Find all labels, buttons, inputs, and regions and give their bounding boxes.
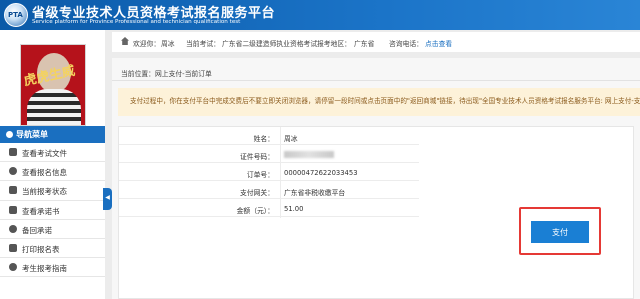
platform-logo-icon: PTA (4, 3, 28, 27)
breadcrumb: 当前位置：网上支付-当前订单 (121, 70, 212, 78)
platform-subtitle: Service platform for Province Profession… (32, 19, 241, 25)
top-banner: PTA 省级专业技术人员资格考试报名服务平台 Service platform … (0, 0, 640, 30)
exam-label: 当前考试： (186, 40, 220, 48)
row-payment-gateway: 支付网关： 广东省非税收缴平台 (119, 181, 419, 199)
pay-button[interactable]: 支付 (531, 221, 589, 243)
sidebar-item-label: 查看报名信息 (22, 168, 67, 178)
menu-icon (6, 131, 13, 138)
amount-label: 金额（元）： (236, 207, 274, 215)
sidebar-item-status[interactable]: 当前报考状态 (0, 181, 105, 201)
gateway-value: 广东省非税收缴平台 (284, 189, 346, 197)
letter-icon (9, 205, 17, 214)
exam-name: 广东省二级建造师执业资格考试 (222, 40, 318, 48)
user-name: 周冰 (161, 40, 175, 48)
sidebar-item-print-form[interactable]: 打印报名表 (0, 239, 105, 259)
logo-text: PTA (8, 11, 23, 19)
avatar-body (27, 89, 81, 125)
order-details: 姓名： 周冰 证件号码： 订单号： 00000472622033453 支付网关… (118, 126, 634, 299)
gateway-label: 支付网关： (240, 189, 274, 197)
order-number-label: 订单号： (246, 171, 274, 179)
sidebar: 虎虎生威 导航菜单 查看考试文件 查看报名信息 当前报考状态 查看承诺书 备回承… (0, 30, 105, 299)
printer-icon (9, 243, 17, 252)
nav-menu: 查看考试文件 查看报名信息 当前报考状态 查看承诺书 备回承诺 打印报名表 考生… (0, 143, 105, 278)
sidebar-collapse-toggle[interactable]: ◀ (103, 188, 112, 210)
phone-label: 咨询电话： (389, 40, 423, 48)
user-info-bar: 欢迎你： 周冰 当前考试： 广东省二级建造师执业资格考试 报考地区： 广东省 咨… (112, 32, 640, 52)
phone-link[interactable]: 点击查看 (425, 38, 452, 48)
id-number-value-redacted (284, 151, 334, 159)
id-number-label: 证件号码： (240, 153, 274, 161)
row-amount: 金额（元）： 51.00 (119, 199, 419, 217)
avatar: 虎虎生威 (20, 44, 86, 126)
sidebar-item-return-commitment[interactable]: 备回承诺 (0, 220, 105, 239)
sidebar-item-label: 考生报考指南 (22, 264, 67, 274)
status-icon (9, 186, 17, 195)
home-icon (121, 37, 129, 45)
info-icon (9, 167, 17, 176)
row-order-number: 订单号： 00000472622033453 (119, 163, 419, 181)
sidebar-item-exam-docs[interactable]: 查看考试文件 (0, 143, 105, 163)
row-id-number: 证件号码： (119, 145, 419, 163)
row-name: 姓名： 周冰 (119, 127, 419, 145)
nav-menu-title: 导航菜单 (16, 130, 48, 139)
pay-button-highlight: 支付 (519, 207, 601, 255)
chevron-left-icon: ◀ (105, 194, 110, 201)
sidebar-item-label: 查看承诺书 (22, 206, 60, 216)
sidebar-item-label: 当前报考状态 (22, 187, 67, 197)
sidebar-item-label: 打印报名表 (22, 244, 60, 254)
order-number-value: 00000472622033453 (284, 169, 358, 177)
divider (112, 80, 640, 81)
sidebar-item-commitment[interactable]: 查看承诺书 (0, 201, 105, 220)
nav-menu-header: 导航菜单 (0, 126, 105, 143)
sidebar-item-guide[interactable]: 考生报考指南 (0, 258, 105, 278)
name-label: 姓名： (253, 135, 274, 143)
redaction-blur (284, 151, 334, 158)
user-icon (9, 263, 17, 272)
sidebar-item-label: 查看考试文件 (22, 149, 67, 158)
payment-notice: 支付过程中，你在支付平台中完成交费后不要立即关闭浏览器，请停留一段时间或点击页面… (118, 88, 640, 116)
name-value: 周冰 (284, 135, 298, 143)
amount-value: 51.00 (284, 205, 304, 213)
main-content: 当前位置：网上支付-当前订单 支付过程中，你在支付平台中完成交费后不要立即关闭浏… (112, 58, 640, 299)
welcome-label: 欢迎你： (133, 40, 161, 48)
sidebar-item-registration-info[interactable]: 查看报名信息 (0, 162, 105, 182)
region-label: 报考地区： (317, 40, 351, 48)
sidebar-item-label: 备回承诺 (22, 225, 52, 235)
document-icon (9, 148, 17, 156)
region-value: 广东省 (354, 40, 375, 48)
clock-icon (9, 224, 17, 233)
